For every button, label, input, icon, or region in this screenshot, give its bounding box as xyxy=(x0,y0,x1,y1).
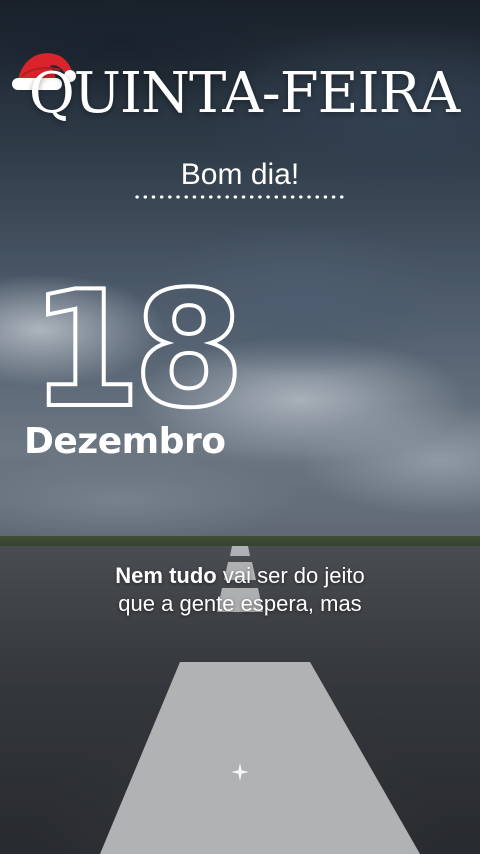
day-number: 18 xyxy=(28,256,247,443)
greeting-text: Bom dia! xyxy=(180,158,300,191)
quote-bold-part: Nem tudo xyxy=(115,563,217,588)
sparkle-icon xyxy=(231,763,249,781)
weekday-title: QUINTA-FEIRA xyxy=(28,61,460,126)
quote-text: Nem tudo vai ser do jeito que a gente es… xyxy=(0,562,480,618)
quote-line-2: que a gente espera, mas xyxy=(118,591,362,616)
month-name: Dezembro xyxy=(24,421,226,462)
dotted-divider xyxy=(133,195,347,199)
quote-line-1: Nem tudo vai ser do jeito xyxy=(0,562,480,590)
quote-line-1-rest: vai ser do jeito xyxy=(216,563,365,588)
